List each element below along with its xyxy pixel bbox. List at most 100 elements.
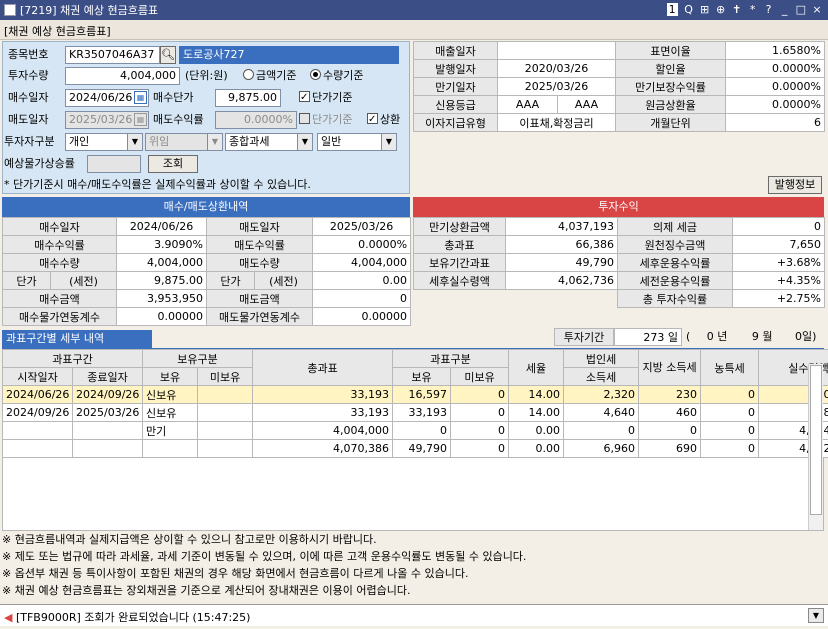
table-cell: 14.00 xyxy=(508,403,565,422)
table-cell: 33,193 xyxy=(252,385,394,404)
bond-name: 도로공사727 xyxy=(179,46,399,64)
table-row-total[interactable]: 4,070,38649,79000.006,96069004,062,736 xyxy=(2,439,828,458)
table-cell: +2.75% xyxy=(732,289,825,308)
investor-select[interactable]: 개인 ▼ xyxy=(65,133,143,151)
table-cell: 460 xyxy=(638,403,702,422)
period-days: 273 일 xyxy=(614,328,682,346)
table-cell: 농특세 xyxy=(700,349,760,386)
table-cell: 매수수익률 xyxy=(1,235,118,254)
table-cell: 신보유 xyxy=(142,385,199,404)
app-icon xyxy=(4,4,16,16)
tab-tax-detail[interactable]: 과표구간별 세부 내역 xyxy=(2,330,152,348)
issue-info-button[interactable]: 발행정보 xyxy=(768,176,822,194)
table-cell: 총 투자수익률 xyxy=(617,289,733,308)
code-input[interactable]: KR3507046A37 xyxy=(65,46,160,64)
table-cell xyxy=(197,439,254,458)
amount-basis-radio[interactable]: 금액기준 xyxy=(243,67,296,85)
buy-price-input[interactable]: 9,875.00 xyxy=(215,89,281,107)
table-cell: 매수물가연동계수 xyxy=(1,307,118,326)
table-cell: 의제 세금 xyxy=(617,217,733,236)
table-cell: 0 xyxy=(700,385,760,404)
qty-label: 투자수량 xyxy=(8,69,49,82)
unit-basis-checkbox[interactable]: 단가기준 xyxy=(299,89,352,107)
table-cell: 0 xyxy=(700,439,760,458)
minimize-icon[interactable]: _ xyxy=(780,3,790,16)
search-icon[interactable]: 🔍︎ xyxy=(160,46,176,64)
qty-basis-radio[interactable]: 수량기준 xyxy=(310,67,363,85)
table-cell: 2025/03/26 xyxy=(312,217,412,236)
redemption-checkbox[interactable]: 상환 xyxy=(367,111,400,129)
close-icon[interactable]: × xyxy=(812,3,822,16)
period-breakdown: ( 0 년 9 월 0일) xyxy=(686,330,817,343)
note-line: ※ 채권 예상 현금흐름표는 장외채권을 기준으로 계산되어 장내채권은 이용이… xyxy=(2,584,411,597)
table-cell: 2024/06/26 xyxy=(2,385,73,404)
table-cell: 이표채,확정금리 xyxy=(497,113,616,132)
grid-scrollbar[interactable] xyxy=(808,364,823,530)
table-cell: 2025/03/26 xyxy=(71,403,144,422)
search-icon[interactable]: Q xyxy=(684,3,694,16)
table-cell xyxy=(71,439,144,458)
table-cell xyxy=(142,439,199,458)
table-cell: 0.0000% xyxy=(725,59,825,78)
table-cell xyxy=(71,421,144,440)
table-row[interactable]: 만기4,004,000000.000004,004,000 xyxy=(2,421,828,440)
table-cell: 법인세 xyxy=(563,349,640,368)
calendar-icon: ▦ xyxy=(134,113,147,126)
pin-icon[interactable]: ✝ xyxy=(732,3,742,16)
table-cell: 신용등급 xyxy=(413,95,498,114)
sell-date-label: 매도일자 xyxy=(8,113,49,126)
period-label: 투자기간 xyxy=(554,328,614,346)
table-cell xyxy=(505,289,618,308)
unit-note: * 단가기준시 매수/매도수익률은 실제수익률과 상이할 수 있습니다. xyxy=(4,178,311,191)
return-header: 투자수익 xyxy=(413,197,824,217)
settings-icon[interactable]: * xyxy=(748,3,758,16)
calendar-icon[interactable]: ▦ xyxy=(134,91,147,104)
table-cell: 0 xyxy=(450,385,510,404)
table-cell: 0 xyxy=(450,421,510,440)
table-cell: 0 xyxy=(563,421,640,440)
table-cell: 매출일자 xyxy=(413,41,498,60)
table-cell: 14.00 xyxy=(508,385,565,404)
maximize-icon[interactable]: □ xyxy=(796,3,806,16)
table-cell: 6 xyxy=(725,113,825,132)
table-cell: 단가 xyxy=(206,271,256,290)
buy-price-label: 매수단가 xyxy=(153,91,194,104)
table-cell: 종료일자 xyxy=(71,367,144,386)
table-row[interactable]: 2024/06/26 2024/09/26 신보유 33,193 16,597 0 14.0… xyxy=(2,385,828,404)
table-cell: 만기상환금액 xyxy=(413,217,506,236)
page-indicator[interactable]: 1 xyxy=(666,3,678,16)
table-cell: 16,597 xyxy=(392,385,452,404)
table-cell: 보유구분 xyxy=(142,349,254,368)
table-cell: (세전) xyxy=(49,271,118,290)
table-cell xyxy=(197,385,254,404)
qty-input[interactable]: 4,004,000 xyxy=(65,67,180,85)
table-cell: 3.9090% xyxy=(116,235,208,254)
zoom-icon[interactable]: ⊕ xyxy=(716,3,726,16)
table-cell: 4,037,193 xyxy=(505,217,618,236)
table-row[interactable]: 2024/09/26 2025/03/26 신보유 33,193 33,193 0 14.0… xyxy=(2,403,828,422)
buy-date-label: 매수일자 xyxy=(8,91,49,104)
tax-select[interactable]: 종합과세 ▼ xyxy=(225,133,313,151)
table-cell: 230 xyxy=(638,385,702,404)
table-cell: 발행일자 xyxy=(413,59,498,78)
buy-date-input[interactable]: 2024/06/26 ▦ xyxy=(65,89,149,107)
note-line: ※ 제도 또는 법규에 따라 과세율, 과세 기준이 변동될 수 있으며, 이에… xyxy=(2,550,527,563)
table-cell: 2,320 xyxy=(563,385,640,404)
chevron-down-icon: ▼ xyxy=(381,134,396,150)
table-cell: 7,650 xyxy=(732,235,825,254)
query-button[interactable]: 조회 xyxy=(148,155,198,173)
delegate-select: 위임 ▼ xyxy=(145,133,223,151)
table-cell: 매도일자 xyxy=(206,217,314,236)
help-icon[interactable]: ? xyxy=(764,3,774,16)
table-cell: 보유 xyxy=(392,367,452,386)
table-cell: 0 xyxy=(700,403,760,422)
expand-icon[interactable]: ⊞ xyxy=(700,3,710,16)
status-dropdown[interactable]: ▼ xyxy=(808,608,824,623)
general-select[interactable]: 일반 ▼ xyxy=(317,133,397,151)
table-cell: 과표구간 xyxy=(1,349,144,368)
scroll-thumb[interactable] xyxy=(810,365,822,515)
table-cell: 소득세 xyxy=(563,367,640,386)
status-message: [TFB9000R] 조회가 완료되었습니다 (15:47:25) xyxy=(15,611,251,624)
table-cell: 0 xyxy=(312,289,412,308)
table-cell: 33,193 xyxy=(252,403,394,422)
